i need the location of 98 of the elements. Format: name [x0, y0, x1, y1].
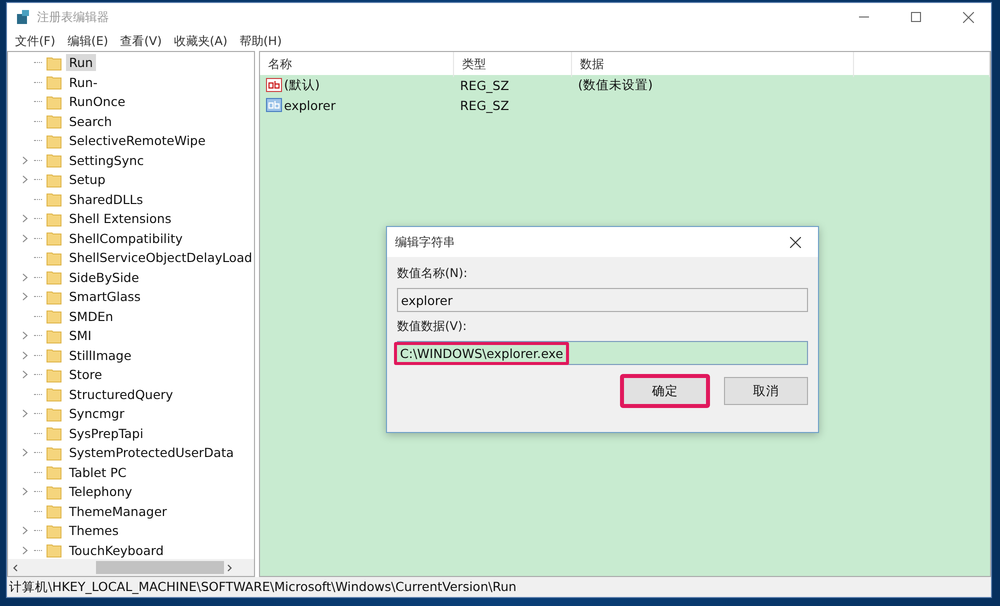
value-data-field[interactable]: C:\WINDOWS\explorer.exe [397, 341, 808, 365]
tree-item[interactable]: SysPrepTapi [66, 424, 146, 442]
tree-item[interactable]: SMI [66, 327, 94, 344]
field-label: 数值数据(V): [397, 318, 468, 335]
string-value-icon [266, 78, 282, 92]
table-cell: (默认) [260, 76, 454, 94]
expand-chevron-icon[interactable] [22, 409, 28, 418]
folder-icon [46, 464, 62, 480]
expand-chevron-icon[interactable] [22, 350, 28, 360]
folder-icon [46, 308, 62, 324]
menu-item[interactable]: 收藏夹(A) [168, 32, 234, 50]
tree-item[interactable]: Syncmgr [66, 405, 128, 422]
horizontal-scrollbar[interactable] [8, 559, 254, 576]
tree-item[interactable]: Shell Extensions [66, 210, 174, 228]
expand-chevron-icon[interactable] [22, 175, 28, 184]
folder-icon [46, 54, 62, 71]
tree-item[interactable]: TouchKeyboard [66, 542, 167, 559]
folder-icon [46, 503, 62, 520]
folder-icon [46, 484, 62, 500]
tree-item[interactable]: Run- [66, 74, 100, 91]
tree-item[interactable]: Search [66, 112, 115, 130]
tree-item[interactable]: SettingSync [66, 152, 147, 169]
column-header[interactable]: 数据 [572, 52, 854, 77]
folder-icon [46, 347, 62, 364]
expand-chevron-icon[interactable] [22, 234, 28, 243]
close-icon [962, 12, 974, 22]
field-value: C:\WINDOWS\explorer.exe [394, 342, 570, 364]
folder-icon [46, 444, 62, 461]
expand-chevron-icon[interactable] [22, 370, 28, 380]
tree-item[interactable]: SideBySide [66, 268, 142, 286]
expand-chevron-icon[interactable] [22, 292, 28, 302]
folder-icon [46, 172, 62, 188]
tree-item[interactable]: Themes [66, 522, 122, 540]
folder-icon [46, 94, 62, 110]
folder-icon [46, 328, 62, 344]
menu-item[interactable]: 帮助(H) [233, 32, 288, 50]
registry-app-icon [15, 9, 31, 25]
folder-icon [46, 210, 62, 227]
menu-item[interactable]: 文件(F) [9, 32, 62, 50]
tree-item[interactable]: SmartGlass [66, 288, 144, 306]
column-header[interactable]: 类型 [454, 52, 572, 77]
folder-icon [46, 230, 62, 246]
expand-chevron-icon[interactable] [22, 272, 28, 282]
tree-item[interactable]: Run [66, 54, 96, 72]
folder-icon [46, 288, 62, 305]
column-header[interactable]: 名称 [260, 52, 454, 77]
menu-item[interactable]: 查看(V) [114, 32, 168, 50]
tree-item[interactable]: ShellCompatibility [66, 230, 186, 247]
maximize-icon [911, 12, 921, 22]
tree-item[interactable]: RunOnce [66, 93, 128, 110]
table-cell-text: (数值未设置) [577, 76, 654, 94]
folder-icon [46, 522, 62, 539]
scroll-left-icon[interactable] [12, 564, 20, 572]
expand-chevron-icon[interactable] [22, 214, 28, 224]
folder-icon [46, 152, 62, 168]
folder-icon [46, 425, 62, 442]
tree-item[interactable]: SelectiveRemoteWipe [66, 132, 209, 150]
table-cell: explorer [260, 98, 454, 112]
expand-chevron-icon[interactable] [22, 156, 28, 165]
scroll-right-icon[interactable] [225, 564, 233, 572]
tree-item[interactable]: StructuredQuery [66, 386, 176, 403]
folder-icon [46, 366, 62, 383]
folder-icon [46, 132, 62, 149]
tree-item[interactable]: Tablet PC [66, 464, 130, 481]
string-value-icon [266, 98, 282, 112]
tree-item[interactable]: SharedDLLs [66, 190, 146, 208]
table-cell-text: REG_SZ [459, 78, 510, 92]
window-title: 注册表编辑器 [37, 8, 110, 26]
table-cell-text: REG_SZ [459, 98, 510, 112]
folder-icon [46, 386, 62, 402]
folder-icon [46, 74, 62, 90]
tree-item[interactable]: Setup [66, 171, 108, 188]
expand-chevron-icon[interactable] [22, 546, 28, 555]
value-name-field[interactable]: explorer [397, 288, 808, 312]
menu-item[interactable]: 编辑(E) [61, 32, 114, 50]
tree-item[interactable]: SMDEn [66, 308, 116, 325]
tree-item[interactable]: ThemeManager [66, 502, 170, 520]
tree-item[interactable]: Telephony [66, 483, 136, 500]
expand-chevron-icon[interactable] [22, 331, 28, 340]
folder-icon [46, 113, 62, 130]
folder-icon [46, 406, 62, 422]
close-icon [790, 236, 800, 248]
expand-chevron-icon[interactable] [22, 448, 28, 458]
folder-icon [46, 269, 62, 286]
folder-icon [46, 542, 62, 558]
dialog-button[interactable]: 确定 [620, 374, 710, 408]
field-label: 数值名称(N): [397, 265, 468, 282]
dialog-title: 编辑字符串 [395, 234, 455, 250]
tree-item[interactable]: SystemProtectedUserData [66, 444, 237, 462]
tree-item[interactable]: Store [66, 366, 106, 384]
folder-icon [46, 250, 62, 266]
dialog-button[interactable]: 取消 [724, 377, 808, 405]
tree-item[interactable]: StillImage [66, 346, 134, 364]
tree-item[interactable]: ShellServiceObjectDelayLoad [66, 249, 254, 266]
status-path: 计算机\HKEY_LOCAL_MACHINE\SOFTWARE\Microsoft\Windows\CurrentVersion\Run [9, 578, 516, 596]
expand-chevron-icon[interactable] [22, 526, 28, 536]
folder-icon [46, 191, 62, 208]
expand-chevron-icon[interactable] [22, 487, 28, 496]
